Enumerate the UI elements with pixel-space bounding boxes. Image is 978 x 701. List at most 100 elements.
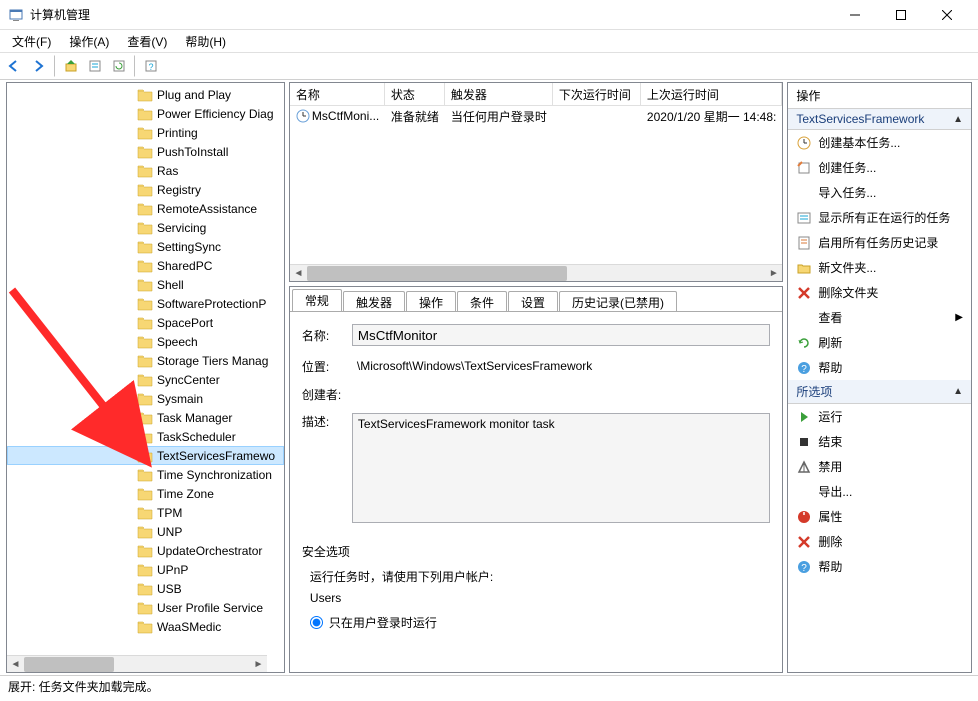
col-last-run[interactable]: 上次运行时间	[641, 83, 782, 105]
menu-help[interactable]: 帮助(H)	[177, 31, 234, 52]
tree-item[interactable]: SpacePort	[7, 313, 284, 332]
tree-item[interactable]: SoftwareProtectionP	[7, 294, 284, 313]
tree-item[interactable]: USB	[7, 579, 284, 598]
action-item[interactable]: 结束	[788, 429, 971, 454]
tree-item[interactable]: RemoteAssistance	[7, 199, 284, 218]
tree-item[interactable]: Ras	[7, 161, 284, 180]
maximize-button[interactable]	[878, 0, 924, 30]
tree-item[interactable]: WaaSMedic	[7, 617, 284, 636]
action-item[interactable]: 查看▶	[788, 305, 971, 330]
action-item[interactable]: 运行	[788, 404, 971, 429]
radio-logged-on-input[interactable]	[310, 616, 323, 629]
tree-item-label: USB	[157, 582, 182, 596]
action-item[interactable]: 创建基本任务...	[788, 130, 971, 155]
tab-actions[interactable]: 操作	[406, 291, 456, 311]
tree-item[interactable]: Plug and Play	[7, 85, 284, 104]
forward-button[interactable]	[28, 55, 50, 77]
tree-item[interactable]: Power Efficiency Diag	[7, 104, 284, 123]
action-item[interactable]: 新文件夹...	[788, 255, 971, 280]
tree-item-label: Storage Tiers Manag	[157, 354, 268, 368]
tree-item[interactable]: Time Zone	[7, 484, 284, 503]
tree-item[interactable]: Registry	[7, 180, 284, 199]
action-label: 创建任务...	[818, 159, 876, 176]
action-item[interactable]: ?帮助	[788, 554, 971, 579]
col-status[interactable]: 状态	[385, 83, 445, 105]
action-item[interactable]: 导入任务...	[788, 180, 971, 205]
name-field[interactable]	[352, 324, 770, 346]
task-row[interactable]: MsCtfMoni...准备就绪当任何用户登录时2020/1/20 星期一 14…	[290, 106, 782, 126]
action-label: 运行	[818, 408, 842, 425]
tree-item-label: SoftwareProtectionP	[157, 297, 266, 311]
tree-item[interactable]: Speech	[7, 332, 284, 351]
tree-item[interactable]: Sysmain	[7, 389, 284, 408]
tab-history[interactable]: 历史记录(已禁用)	[559, 291, 677, 311]
close-button[interactable]	[924, 0, 970, 30]
col-next-run[interactable]: 下次运行时间	[553, 83, 641, 105]
tree-item[interactable]: Time Synchronization	[7, 465, 284, 484]
tree-item-label: Sysmain	[157, 392, 203, 406]
tree-item[interactable]: SharedPC	[7, 256, 284, 275]
tree-item[interactable]: UPnP	[7, 560, 284, 579]
actions-group1-header[interactable]: TextServicesFramework ▲	[788, 109, 971, 130]
tree-item-label: Printing	[157, 126, 198, 140]
action-item[interactable]: 刷新	[788, 330, 971, 355]
tree-item[interactable]: User Profile Service	[7, 598, 284, 617]
tree-item[interactable]: UNP	[7, 522, 284, 541]
help-button[interactable]: ?	[140, 55, 162, 77]
tab-general[interactable]: 常规	[292, 289, 342, 311]
author-label: 创建者:	[302, 386, 352, 403]
tab-triggers[interactable]: 触发器	[343, 291, 405, 311]
newtask-icon	[796, 160, 812, 176]
action-item[interactable]: 删除文件夹	[788, 280, 971, 305]
tasklist-hscroll[interactable]: ◄ ►	[290, 264, 782, 281]
tree-item[interactable]: TextServicesFramewo	[7, 446, 284, 465]
menu-file[interactable]: 文件(F)	[4, 31, 59, 52]
action-item[interactable]: 导出...	[788, 479, 971, 504]
tree-item[interactable]: Task Manager	[7, 408, 284, 427]
tab-conditions[interactable]: 条件	[457, 291, 507, 311]
col-name[interactable]: 名称	[290, 83, 385, 105]
tree-item[interactable]: PushToInstall	[7, 142, 284, 161]
action-item[interactable]: 删除	[788, 529, 971, 554]
tree-item-label: Shell	[157, 278, 184, 292]
refresh-button[interactable]	[108, 55, 130, 77]
name-label: 名称:	[302, 327, 352, 344]
tree-item-label: TaskScheduler	[157, 430, 236, 444]
statusbar: 展开: 任务文件夹加载完成。	[0, 675, 978, 697]
tree-item[interactable]: Storage Tiers Manag	[7, 351, 284, 370]
minimize-button[interactable]	[832, 0, 878, 30]
action-item[interactable]: 禁用	[788, 454, 971, 479]
tree-item[interactable]: Printing	[7, 123, 284, 142]
actions-group2-header[interactable]: 所选项 ▲	[788, 380, 971, 404]
action-item[interactable]: ?帮助	[788, 355, 971, 380]
window-title: 计算机管理	[30, 6, 832, 23]
blank-icon	[796, 185, 812, 201]
tree-item[interactable]: UpdateOrchestrator	[7, 541, 284, 560]
tree-item[interactable]: Shell	[7, 275, 284, 294]
radio-logged-on[interactable]: 只在用户登录时运行	[302, 611, 770, 634]
action-item[interactable]: 启用所有任务历史记录	[788, 230, 971, 255]
tree-item-label: Plug and Play	[157, 88, 231, 102]
tree-item[interactable]: TPM	[7, 503, 284, 522]
menu-action[interactable]: 操作(A)	[61, 31, 117, 52]
back-button[interactable]	[4, 55, 26, 77]
up-button[interactable]	[60, 55, 82, 77]
menu-view[interactable]: 查看(V)	[119, 31, 175, 52]
col-triggers[interactable]: 触发器	[445, 83, 553, 105]
action-item[interactable]: 创建任务...	[788, 155, 971, 180]
description-field[interactable]	[352, 413, 770, 523]
tree-hscroll[interactable]: ◄ ►	[7, 655, 267, 672]
action-item[interactable]: 显示所有正在运行的任务	[788, 205, 971, 230]
deletex-icon	[796, 285, 812, 301]
tree-item[interactable]: TaskScheduler	[7, 427, 284, 446]
tree-item[interactable]: SyncCenter	[7, 370, 284, 389]
svg-text:?: ?	[802, 364, 808, 375]
tab-settings[interactable]: 设置	[508, 291, 558, 311]
tree-item[interactable]: Servicing	[7, 218, 284, 237]
toolbar: ?	[0, 52, 978, 80]
action-item[interactable]: 属性	[788, 504, 971, 529]
status-text: 展开: 任务文件夹加载完成。	[8, 678, 159, 695]
properties-button[interactable]	[84, 55, 106, 77]
tree-item[interactable]: SettingSync	[7, 237, 284, 256]
action-label: 禁用	[818, 458, 842, 475]
